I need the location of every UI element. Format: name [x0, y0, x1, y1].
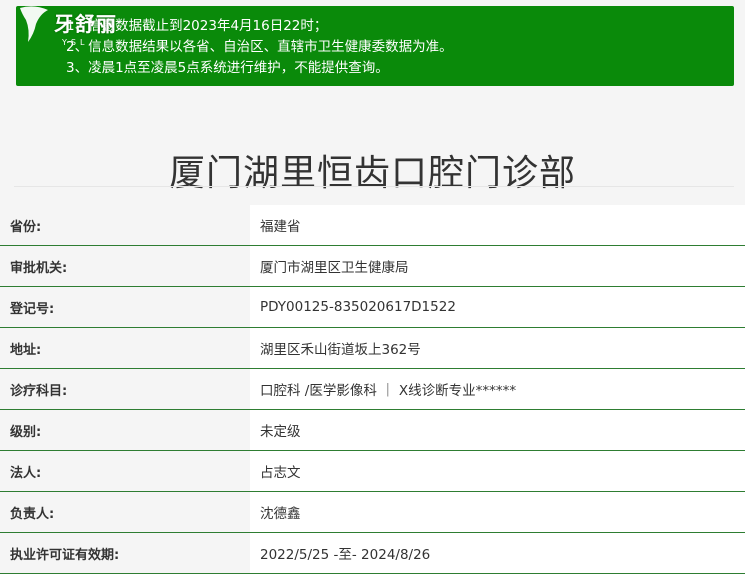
- table-row: 诊疗科目: 口腔科 /医学影像科 ｜ X线诊断专业******: [0, 369, 745, 410]
- row-label: 省份:: [0, 205, 250, 245]
- row-label: 登记号:: [0, 287, 250, 327]
- row-value: 2022/5/25 -至- 2024/8/26: [250, 533, 745, 573]
- table-row: 省份: 福建省: [0, 205, 745, 246]
- row-value: 占志文: [250, 451, 745, 491]
- row-value: 湖里区禾山街道坂上362号: [250, 328, 745, 368]
- row-value: 沈德鑫: [250, 492, 745, 532]
- table-row: 审批机关: 厦门市湖里区卫生健康局: [0, 246, 745, 287]
- brand-name: 牙舒丽: [54, 12, 117, 36]
- row-label: 诊疗科目:: [0, 369, 250, 409]
- clinic-info-table: 省份: 福建省 审批机关: 厦门市湖里区卫生健康局 登记号: PDY00125-…: [0, 205, 745, 574]
- brand-sub: YSL: [62, 38, 89, 47]
- row-value: 口腔科 /医学影像科 ｜ X线诊断专业******: [250, 369, 745, 409]
- table-row: 地址: 湖里区禾山街道坂上362号: [0, 328, 745, 369]
- table-row: 负责人: 沈德鑫: [0, 492, 745, 533]
- page-title: 厦门湖里恒齿口腔门诊部: [168, 153, 576, 195]
- table-row: 执业许可证有效期: 2022/5/25 -至- 2024/8/26: [0, 533, 745, 574]
- row-label: 法人:: [0, 451, 250, 491]
- table-row: 级别: 未定级: [0, 410, 745, 451]
- table-row: 登记号: PDY00125-835020617D1522: [0, 287, 745, 328]
- row-label: 地址:: [0, 328, 250, 368]
- tooth-logo-icon: [20, 6, 48, 42]
- row-label: 负责人:: [0, 492, 250, 532]
- notice-line: 2、信息数据结果以各省、自治区、直辖市卫生健康委数据为准。: [66, 39, 453, 55]
- row-label: 执业许可证有效期:: [0, 533, 250, 573]
- row-value: PDY00125-835020617D1522: [250, 287, 745, 327]
- title-divider: [14, 186, 734, 187]
- brand-logo[interactable]: 牙舒丽 YSL: [14, 4, 144, 48]
- row-label: 级别:: [0, 410, 250, 450]
- notice-line: 3、凌晨1点至凌晨5点系统进行维护，不能提供查询。: [66, 60, 389, 76]
- table-row: 法人: 占志文: [0, 451, 745, 492]
- row-value: 未定级: [250, 410, 745, 450]
- row-label: 审批机关:: [0, 246, 250, 286]
- row-value: 厦门市湖里区卫生健康局: [250, 246, 745, 286]
- row-value: 福建省: [250, 205, 745, 245]
- notice-line: 1、信息数据截止到2023年4月16日22时；: [66, 18, 328, 34]
